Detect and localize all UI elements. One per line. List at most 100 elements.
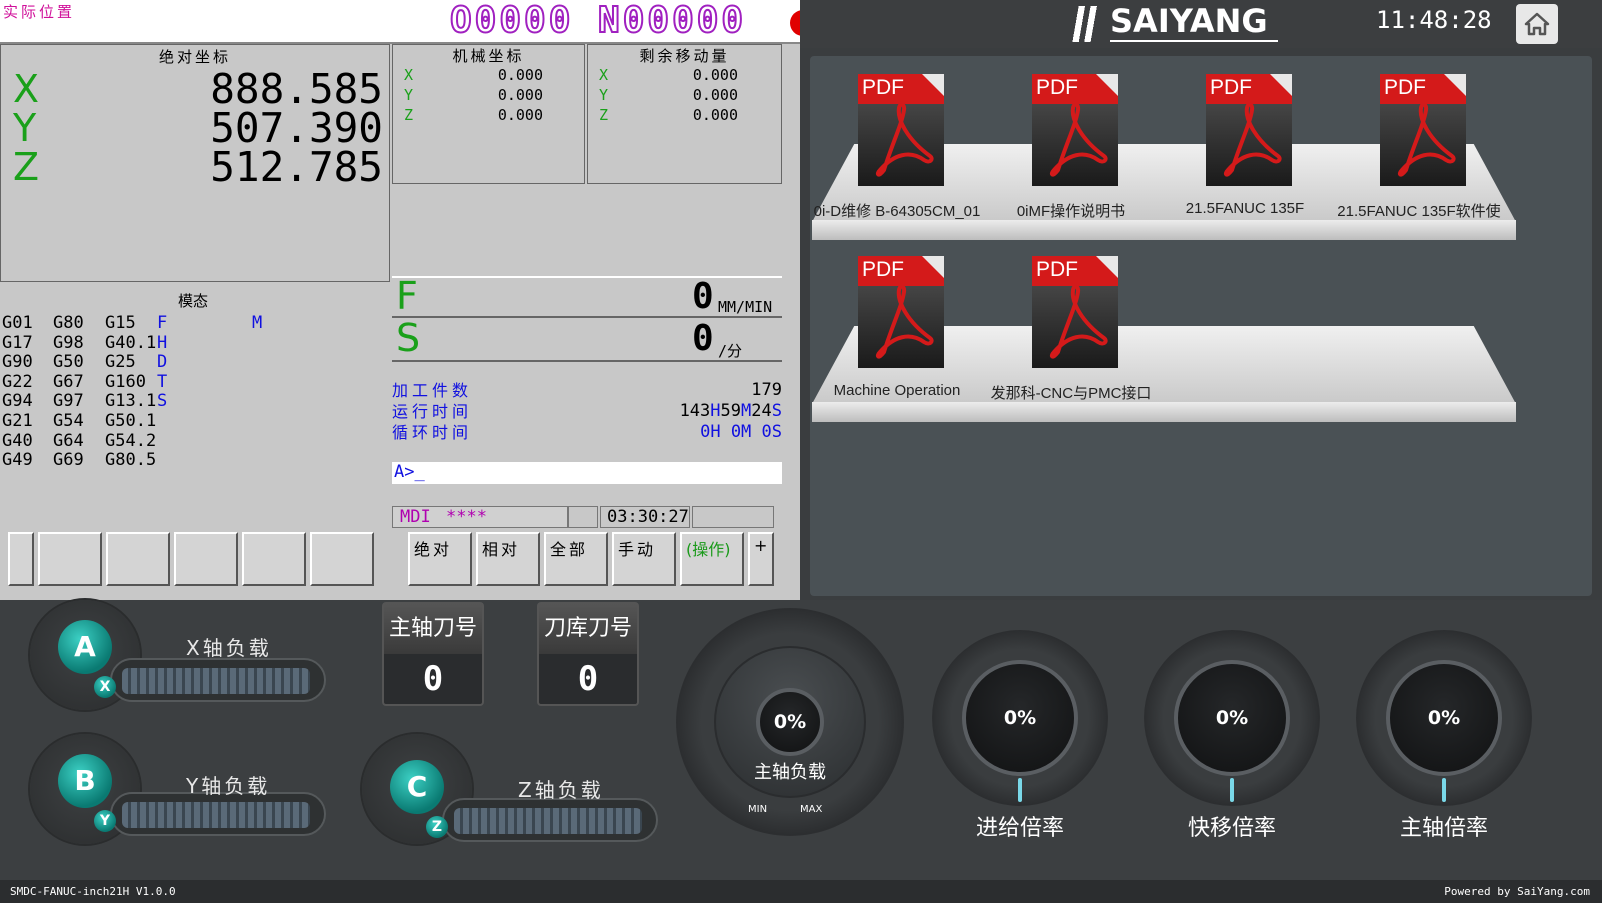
softkey-blank-1[interactable]: [38, 532, 102, 586]
pdf-document[interactable]: PDF Machine Operation: [812, 256, 982, 406]
mach-axis-z: Z: [404, 106, 414, 124]
spindle-tool-box: 主轴刀号 0: [382, 602, 484, 706]
rem-axis-y: Y: [599, 86, 609, 104]
pdf-badge: PDF: [862, 258, 904, 281]
softkey-blank-4[interactable]: [242, 532, 306, 586]
softkey-blank-5[interactable]: [310, 532, 374, 586]
rapid-override-pointer: [1230, 778, 1234, 802]
gcode-col-3: G15 G40.1 G25 G160 G13.1 G50.1 G54.2 G80.5: [105, 313, 157, 471]
spindle-letter: S: [396, 316, 421, 360]
magazine-tool-value: 0: [577, 659, 599, 699]
y-load-label: Y轴负载: [186, 774, 271, 798]
rapid-override-label: 快移倍率: [1187, 816, 1276, 841]
mach-axis-x: X: [404, 66, 414, 84]
abs-axis-y: Y: [13, 106, 37, 150]
mach-value-y: 0.000: [497, 86, 543, 104]
spindle-unit: /分: [718, 342, 743, 360]
softkey-blank-3[interactable]: [174, 532, 238, 586]
pdf-title: Machine Operation: [833, 382, 961, 399]
pdf-title: 0i-D维修 B-64305CM_01: [813, 203, 981, 220]
z-axis-load: C Z Z轴负载: [362, 734, 662, 854]
pdf-document[interactable]: PDF 0i-D维修 B-64305CM_01: [812, 74, 982, 224]
feed-value: 0: [692, 276, 714, 317]
axis-ball-c-icon: C: [390, 760, 444, 814]
home-icon: [1524, 12, 1550, 36]
rem-value-x: 0.000: [692, 66, 738, 84]
modal-m-label: M: [252, 313, 263, 333]
feed-unit: MM/MIN: [718, 298, 773, 316]
z-load-label: Z轴负载: [518, 778, 604, 802]
rem-value-z: 0.000: [692, 106, 738, 124]
abs-axis-z: Z: [13, 145, 40, 189]
abs-value-z: 512.785: [210, 143, 383, 191]
machine-title: 机械坐标: [452, 47, 525, 65]
remaining-title: 剩余移动量: [639, 47, 730, 65]
brand-name: SAIYANG: [1110, 2, 1278, 42]
pdf-title: 21.5FANUC 135F: [1185, 200, 1305, 217]
pdf-document[interactable]: PDF 发那科-CNC与PMC接口: [986, 256, 1156, 406]
softkey-blank-2[interactable]: [106, 532, 170, 586]
cnc-titlebar: 实际位置 O0000 N00000: [0, 0, 800, 44]
status-line: MDI **** 03:30:27: [392, 506, 774, 528]
axis-y-icon: Y: [94, 810, 116, 832]
spindle-row: S 0 /分: [392, 316, 782, 362]
modal-letters: FHDTS: [157, 313, 168, 412]
spindle-override-dial[interactable]: 0% 主轴倍率: [1356, 630, 1532, 870]
abs-axis-x: X: [13, 67, 40, 111]
axis-ball-b-icon: B: [58, 754, 112, 808]
run-time-value: 143H59M24S: [679, 401, 782, 421]
rapid-override-dial[interactable]: 0% 快移倍率: [1144, 630, 1320, 870]
cnc-screen: 实际位置 O0000 N00000 绝对坐标 X 888.585 Y 507.3…: [0, 0, 800, 600]
feed-override-label: 进给倍率: [975, 816, 1064, 841]
pdf-badge: PDF: [1036, 258, 1078, 281]
softkey-operation[interactable]: (操作): [680, 532, 744, 586]
spindle-tool-title: 主轴刀号: [384, 604, 482, 654]
remaining-panel: 剩余移动量 X Y Z 0.000 0.000 0.000: [587, 44, 782, 184]
home-button[interactable]: [1516, 4, 1558, 44]
mdi-input-line[interactable]: A>_: [392, 462, 782, 484]
clock: 11:48:28: [1376, 6, 1492, 34]
softkey-bar: 绝对 相对 全部 手动 (操作) +: [0, 532, 800, 588]
rapid-override-value: 0%: [1174, 660, 1290, 776]
status-stars: ****: [446, 507, 487, 527]
powered-by: Powered by SaiYang.com: [1444, 885, 1590, 898]
brand-logo-icon: [1066, 6, 1102, 42]
absolute-title: 绝对坐标: [158, 48, 231, 66]
counters: 加工件数 运行时间 循环时间 179 143H59M24S 0H 0M 0S: [392, 380, 782, 446]
x-load-label: X轴负载: [186, 636, 272, 660]
pdf-title: 21.5FANUC 135F软件使: [1337, 203, 1501, 220]
pdf-document[interactable]: PDF 21.5FANUC 135F: [1160, 74, 1330, 224]
pdf-document[interactable]: PDF 21.5FANUC 135F软件使: [1334, 74, 1504, 224]
pdf-badge: PDF: [1210, 76, 1252, 99]
parts-value: 179: [751, 380, 782, 400]
feed-letter: F: [396, 274, 418, 318]
rem-value-y: 0.000: [692, 86, 738, 104]
softkey-relative[interactable]: 相对: [476, 532, 540, 586]
mode-indicator: MDI: [400, 507, 431, 527]
softkey-next[interactable]: +: [748, 532, 774, 586]
mach-value-x: 0.000: [497, 66, 543, 84]
axis-z-icon: Z: [426, 816, 448, 838]
gauge-min-label: MIN: [748, 804, 768, 815]
spindle-override-value: 0%: [1386, 660, 1502, 776]
absolute-panel: 绝对坐标 X 888.585 Y 507.390 Z 512.785: [0, 44, 390, 282]
spindle-override-pointer: [1442, 778, 1446, 802]
modal-title: 模态: [178, 292, 209, 310]
pdf-document[interactable]: PDF 0iMF操作说明书: [986, 74, 1156, 224]
pdf-badge: PDF: [862, 76, 904, 99]
x-axis-load: A X X轴负载: [30, 600, 330, 720]
gcode-col-2: G80 G98 G50 G67 G97 G54 G64 G69: [53, 313, 84, 471]
softkey-absolute[interactable]: 绝对: [408, 532, 472, 586]
axis-ball-a-icon: A: [58, 620, 112, 674]
spindle-tool-value: 0: [422, 659, 444, 699]
cycle-time-label: 循环时间: [392, 423, 473, 442]
softkey-handle[interactable]: 手动: [612, 532, 676, 586]
softkey-left-arrow[interactable]: [8, 532, 34, 586]
feed-override-dial[interactable]: 0% 进给倍率: [932, 630, 1108, 870]
mach-value-z: 0.000: [497, 106, 543, 124]
softkey-all[interactable]: 全部: [544, 532, 608, 586]
version-label: SMDC-FANUC-inch21H V1.0.0: [10, 885, 176, 898]
run-time-label: 运行时间: [392, 402, 473, 421]
document-library: PDF 0i-D维修 B-64305CM_01 PDF 0iMF操作说明书 PD…: [810, 56, 1592, 596]
gauge-max-label: MAX: [800, 804, 823, 815]
